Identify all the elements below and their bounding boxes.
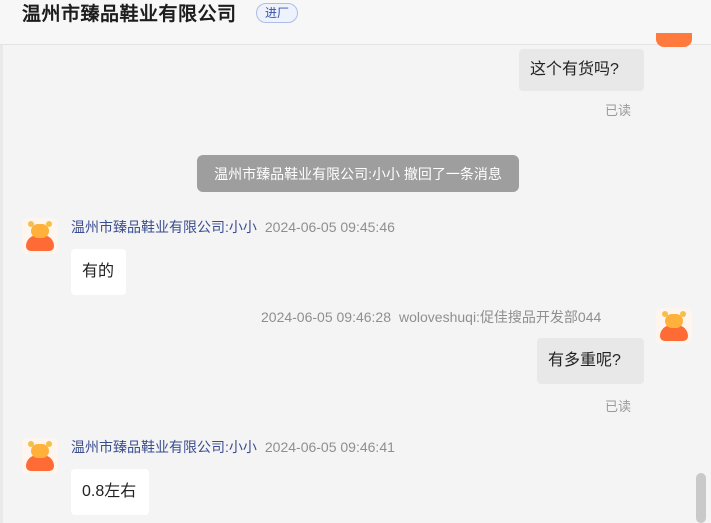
sender-name[interactable]: 温州市臻品鞋业有限公司:小小	[71, 219, 257, 235]
avatar[interactable]	[22, 438, 58, 474]
read-status: 已读	[605, 103, 632, 118]
message-bubble-outgoing[interactable]: 这个有货吗?	[519, 49, 644, 91]
message-meta: 温州市臻品鞋业有限公司:小小 2024-06-05 09:46:41	[71, 438, 395, 456]
scrollbar[interactable]	[696, 473, 706, 523]
message-bubble-outgoing[interactable]: 有多重呢?	[537, 338, 644, 384]
chat-title: 温州市臻品鞋业有限公司	[22, 4, 237, 25]
avatar-horn-icon	[662, 311, 668, 317]
avatar-horn-icon	[680, 311, 686, 317]
avatar[interactable]	[656, 308, 692, 344]
message-bubble-incoming[interactable]: 有的	[71, 249, 126, 295]
divider	[0, 45, 3, 523]
avatar-horn-icon	[28, 441, 34, 447]
avatar-horn-icon	[28, 221, 34, 227]
read-status: 已读	[605, 399, 632, 414]
message-bubble-incoming[interactable]: 0.8左右	[71, 469, 149, 515]
avatar-horn-icon	[46, 441, 52, 447]
timestamp: 2024-06-05 09:45:46	[264, 219, 395, 235]
chat-header: 温州市臻品鞋业有限公司 进厂	[0, 0, 711, 45]
avatar-horn-icon	[46, 221, 52, 227]
avatar[interactable]	[22, 218, 58, 254]
timestamp: 2024-06-05 09:46:28	[261, 309, 391, 325]
sender-name[interactable]: 温州市臻品鞋业有限公司:小小	[71, 439, 257, 455]
message-meta: 温州市臻品鞋业有限公司:小小 2024-06-05 09:45:46	[71, 218, 395, 236]
recall-notice: 温州市臻品鞋业有限公司:小小 撤回了一条消息	[197, 155, 519, 192]
message-meta: 2024-06-05 09:46:28 woloveshuqi:促佳搜品开发部04…	[261, 308, 601, 326]
sender-name: woloveshuqi:促佳搜品开发部044	[399, 309, 602, 325]
status-badge[interactable]: 进厂	[256, 3, 299, 23]
avatar	[656, 33, 692, 47]
timestamp: 2024-06-05 09:46:41	[264, 439, 395, 455]
